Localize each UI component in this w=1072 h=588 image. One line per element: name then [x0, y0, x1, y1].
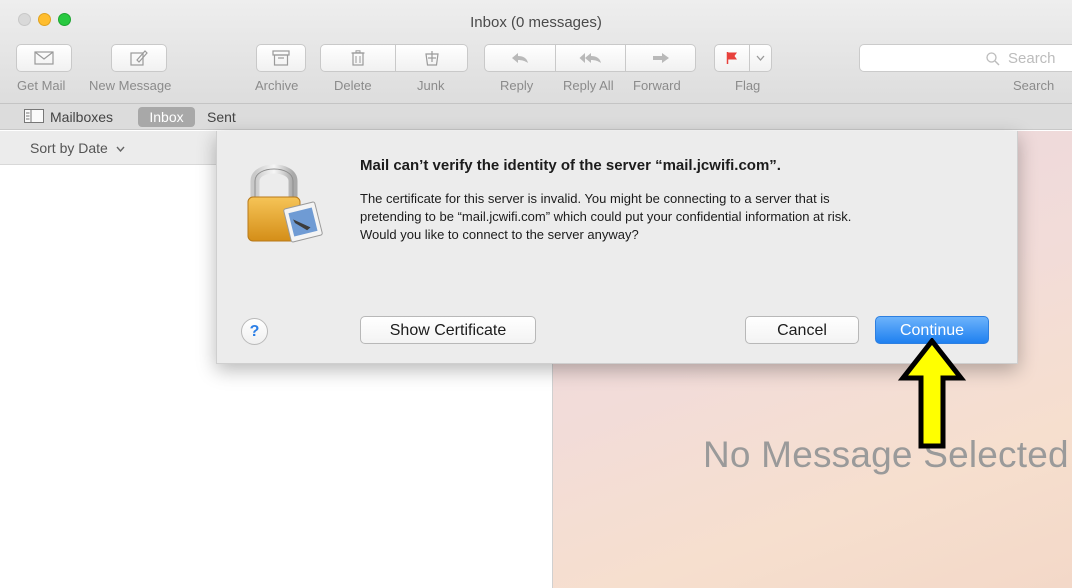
alert-message: The certificate for this server is inval…	[360, 190, 1000, 244]
envelope-icon	[34, 51, 54, 65]
cancel-button[interactable]: Cancel	[745, 316, 859, 344]
window-title: Inbox (0 messages)	[470, 14, 602, 31]
flag-button[interactable]	[714, 44, 750, 72]
new-message-button[interactable]	[111, 44, 167, 72]
chevron-down-icon	[116, 146, 125, 153]
alert-message-line: Would you like to connect to the server …	[360, 227, 639, 242]
no-message-selected-text: No Message Selected	[703, 434, 1069, 475]
mailboxes-button[interactable]: Mailboxes	[50, 109, 113, 125]
compose-icon	[130, 50, 148, 66]
forward-arrow-icon	[652, 53, 669, 63]
tab-inbox[interactable]: Inbox	[138, 107, 195, 127]
alert-message-line: pretending to be “mail.jcwifi.com” which…	[360, 209, 852, 224]
delete-label: Delete	[334, 78, 372, 93]
alert-title: Mail can’t verify the identity of the se…	[360, 157, 781, 174]
archive-label: Archive	[255, 78, 299, 93]
junk-label: Junk	[417, 78, 445, 93]
alert-message-line: The certificate for this server is inval…	[360, 191, 830, 206]
reply-label: Reply	[500, 78, 534, 93]
new-message-label: New Message	[89, 78, 172, 93]
help-button[interactable]: ?	[241, 318, 268, 345]
forward-button[interactable]	[626, 44, 696, 72]
search-label: Search	[1013, 78, 1055, 93]
reply-all-label: Reply All	[563, 78, 614, 93]
flag-menu-button[interactable]	[750, 44, 772, 72]
show-certificate-button[interactable]: Show Certificate	[360, 316, 536, 344]
archive-box-icon	[272, 50, 290, 66]
reply-button[interactable]	[484, 44, 556, 72]
flag-icon	[726, 52, 737, 64]
flag-label: Flag	[735, 78, 761, 93]
search-icon	[986, 52, 1000, 66]
sidebar-toggle-icon[interactable]	[24, 109, 44, 123]
sort-by-date-button[interactable]: Sort by Date	[30, 140, 125, 156]
reply-arrow-icon	[512, 53, 528, 63]
delete-button[interactable]	[320, 44, 396, 72]
search-placeholder: Search	[1008, 50, 1056, 67]
archive-button[interactable]	[256, 44, 306, 72]
lock-icon	[247, 164, 323, 243]
reply-all-arrow-icon	[579, 53, 601, 63]
tab-sent[interactable]: Sent	[207, 109, 236, 125]
yellow-arrow-annotation-icon	[897, 338, 967, 449]
sort-label: Sort by Date	[30, 140, 108, 156]
get-mail-label: Get Mail	[17, 78, 66, 93]
mail-window: Inbox (0 messages) Get Mail New Message …	[0, 0, 1072, 588]
chevron-down-icon	[756, 55, 765, 61]
get-mail-button[interactable]	[16, 44, 72, 72]
forward-label: Forward	[633, 78, 681, 93]
junk-bin-icon	[424, 51, 439, 66]
reply-all-button[interactable]	[556, 44, 626, 72]
junk-button[interactable]	[396, 44, 468, 72]
trash-icon	[351, 50, 365, 66]
